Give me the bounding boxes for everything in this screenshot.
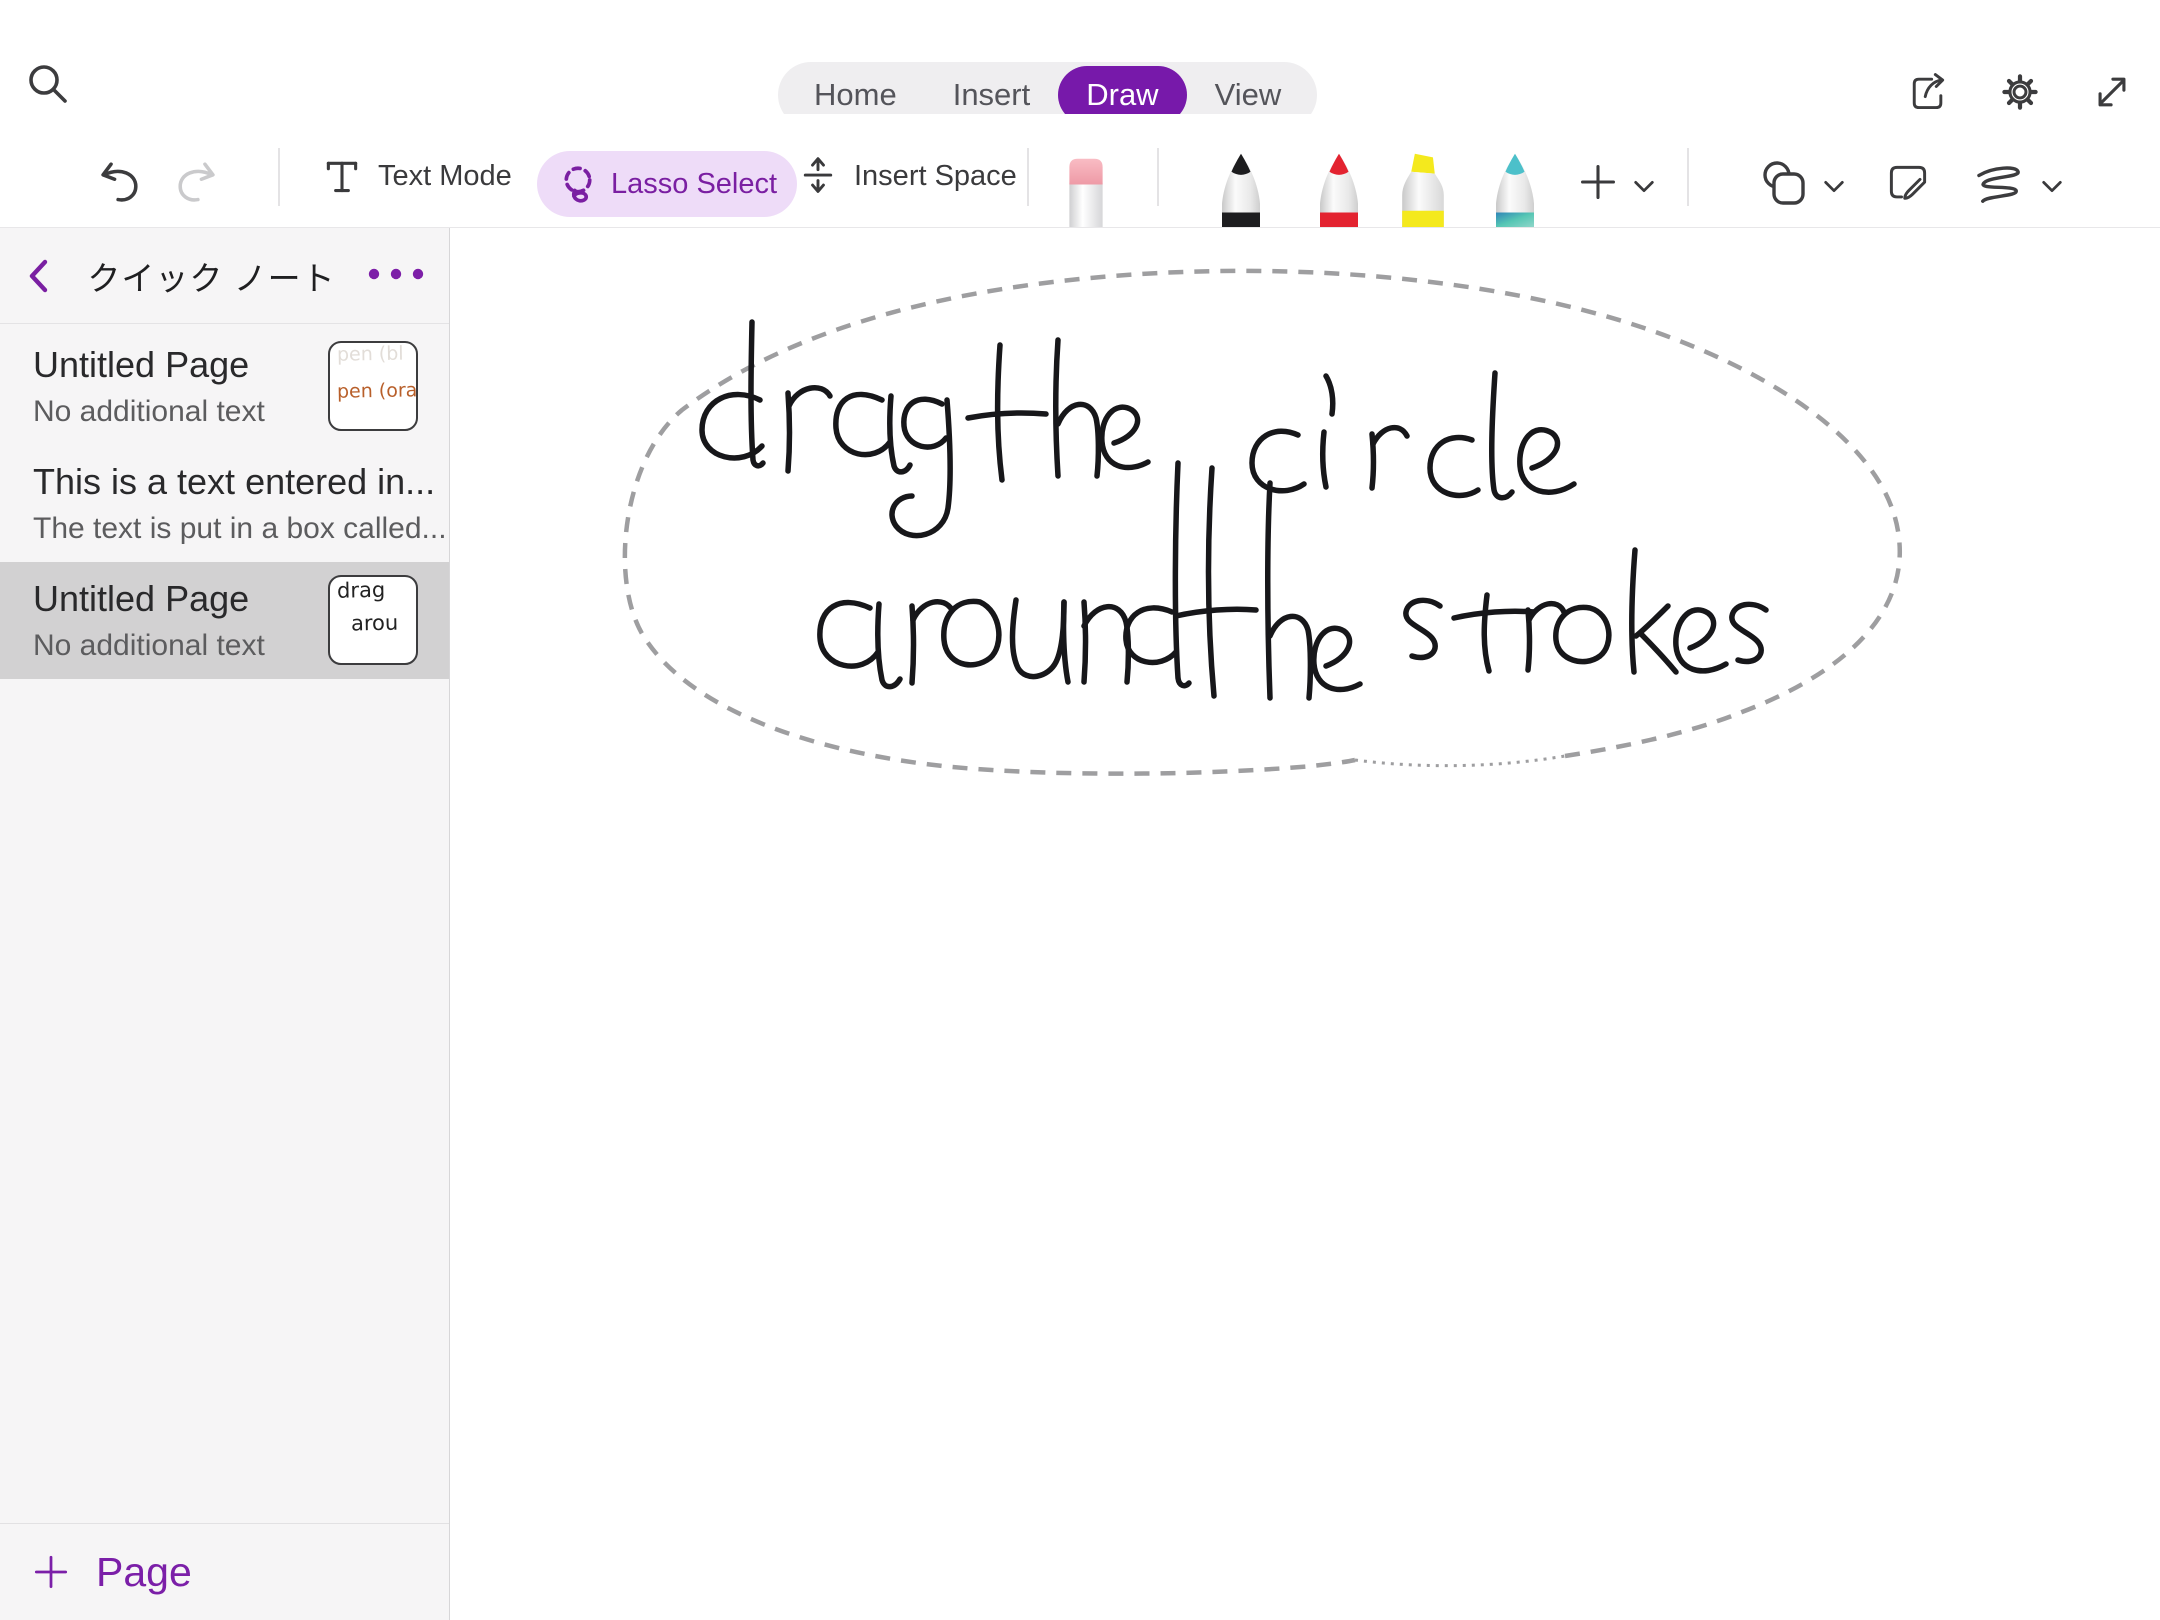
gear-icon	[1998, 70, 2042, 114]
yellow-highlighter-tool[interactable]	[1392, 151, 1454, 227]
expand-icon	[2090, 70, 2134, 114]
eraser-icon	[1058, 155, 1114, 227]
chevron-left-icon	[24, 256, 54, 296]
ink-stroke-line1[interactable]: drag the circle	[702, 322, 1574, 536]
shapes-icon	[1758, 158, 1810, 210]
insert-space-label: Insert Space	[854, 160, 1017, 193]
black-pen-icon	[1212, 151, 1270, 227]
undo-icon	[96, 158, 142, 204]
lasso-selection[interactable]	[625, 271, 1900, 774]
shapes-chevron[interactable]	[1822, 178, 1846, 196]
text-mode-icon	[322, 156, 362, 196]
page-subtitle: The text is put in a box called...	[33, 512, 448, 546]
chevron-down-icon	[1632, 178, 1656, 196]
add-page-label: Page	[96, 1549, 192, 1596]
thumbnail-ink-text: arou	[337, 611, 416, 634]
ink-layer: drag the circle	[450, 228, 2160, 1620]
top-bar: Home Insert Draw View	[0, 0, 2160, 114]
ellipsis-icon	[365, 266, 427, 282]
section-title: クイック ノート	[58, 252, 365, 300]
share-button[interactable]	[1906, 70, 1950, 114]
plus-icon	[32, 1553, 70, 1591]
page-sidebar: クイック ノート Untitled Page No additional tex…	[0, 228, 450, 1620]
redo-icon	[174, 158, 220, 204]
page-thumbnail: drag arou	[328, 575, 418, 665]
note-pen-icon	[1884, 160, 1932, 208]
page-list-item[interactable]: Untitled Page No additional text pen (bl…	[0, 328, 449, 445]
thumbnail-ink-text: pen (ora	[337, 381, 416, 402]
sidebar-header: クイック ノート	[0, 228, 449, 324]
ink-effects-chevron[interactable]	[2040, 178, 2064, 196]
more-options-button[interactable]	[365, 266, 427, 286]
text-mode-label: Text Mode	[378, 160, 512, 193]
add-pen-button[interactable]	[1578, 162, 1618, 202]
fullscreen-button[interactable]	[2090, 70, 2134, 114]
share-icon	[1906, 70, 1950, 114]
page-list-item-selected[interactable]: Untitled Page No additional text drag ar…	[0, 562, 449, 679]
black-pen-tool[interactable]	[1212, 151, 1270, 227]
page-list: Untitled Page No additional text pen (bl…	[0, 324, 449, 679]
ink-annotate-button[interactable]	[1884, 160, 1932, 208]
thumbnail-ink-text: drag	[337, 578, 416, 601]
insert-space-button[interactable]: Insert Space	[798, 156, 1017, 196]
toolbar-divider	[1157, 148, 1159, 206]
redo-button[interactable]	[174, 158, 220, 204]
onenote-app: Home Insert Draw View	[0, 0, 2160, 1620]
note-canvas[interactable]: drag the circle	[450, 228, 2160, 1620]
undo-button[interactable]	[96, 158, 142, 204]
insert-space-icon	[798, 156, 838, 196]
page-title: This is a text entered in...	[33, 461, 448, 503]
red-pen-tool[interactable]	[1310, 151, 1368, 227]
chevron-down-icon	[2040, 178, 2064, 196]
top-right-actions	[1906, 70, 2134, 114]
page-list-item[interactable]: This is a text entered in... The text is…	[0, 445, 449, 562]
chevron-down-icon	[1822, 178, 1846, 196]
yellow-highlighter-icon	[1392, 151, 1454, 227]
lasso-select-label: Lasso Select	[611, 168, 777, 201]
search-button[interactable]	[22, 58, 74, 110]
ink-stroke-line2[interactable]: around the strokes	[820, 463, 1766, 698]
plus-icon	[1578, 162, 1618, 202]
search-icon	[22, 58, 74, 110]
eraser-tool[interactable]	[1058, 155, 1114, 227]
pen-options-chevron[interactable]	[1632, 178, 1656, 196]
text-mode-button[interactable]: Text Mode	[322, 156, 512, 196]
scribble-icon	[1974, 164, 2024, 206]
toolbar-divider	[1687, 148, 1689, 206]
teal-pen-tool[interactable]	[1486, 151, 1544, 227]
draw-toolbar: Text Mode Lasso Select Insert Space	[0, 114, 2160, 228]
toolbar-divider	[1027, 148, 1029, 206]
thumbnail-ink-text: pen (bl	[337, 344, 416, 365]
lasso-select-button[interactable]: Lasso Select	[537, 151, 797, 217]
lasso-icon	[557, 163, 599, 205]
toolbar-divider	[278, 148, 280, 206]
teal-pen-icon	[1486, 151, 1544, 227]
back-button[interactable]	[24, 256, 58, 296]
ink-effects-button[interactable]	[1974, 164, 2024, 206]
settings-button[interactable]	[1998, 70, 2042, 114]
page-thumbnail: pen (bl pen (ora	[328, 341, 418, 431]
red-pen-icon	[1310, 151, 1368, 227]
shapes-button[interactable]	[1758, 158, 1810, 210]
add-page-button[interactable]: Page	[0, 1523, 449, 1620]
